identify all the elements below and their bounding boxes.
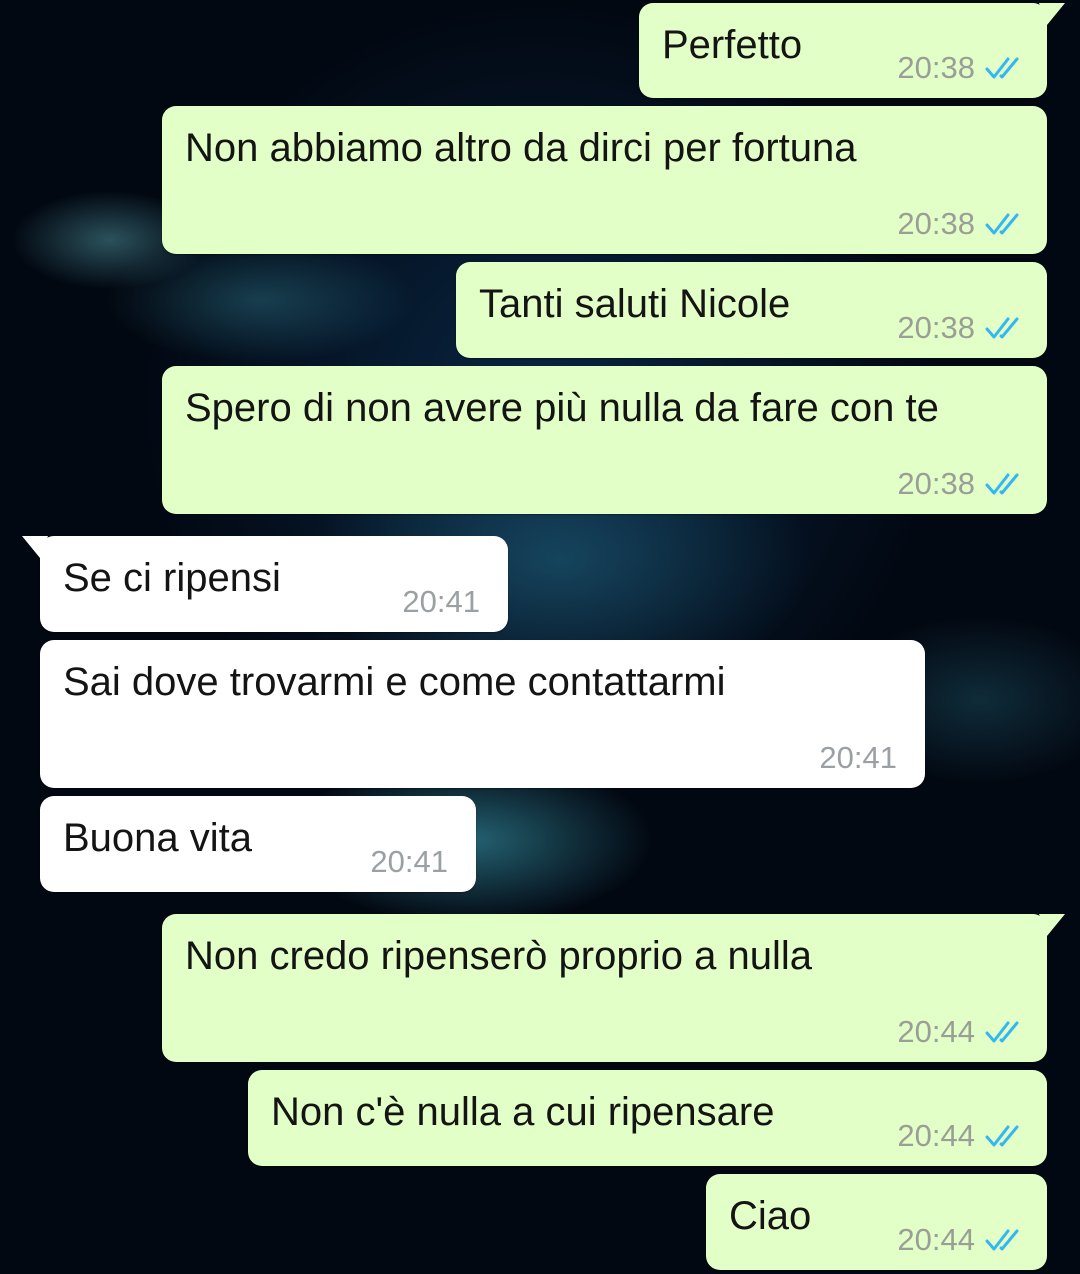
outgoing-message-bubble[interactable]: Non credo ripenserò proprio a nulla 20:4…	[162, 914, 1065, 1062]
message-text: Spero di non avere più nulla da fare con…	[185, 386, 939, 430]
message-meta: 20:44	[897, 1224, 1025, 1255]
message-time: 20:41	[370, 844, 448, 879]
message-time: 20:38	[897, 466, 975, 501]
message-text: Perfetto	[662, 23, 803, 67]
message-time: 20:44	[897, 1222, 975, 1257]
bubble-tail	[1039, 3, 1065, 25]
message-meta: 20:38	[897, 312, 1025, 343]
message-text: Buona vita	[63, 816, 253, 860]
message-time: 20:44	[897, 1014, 975, 1049]
outgoing-message-bubble[interactable]: Tanti saluti Nicole 20:38	[456, 262, 1047, 358]
message-text: Sai dove trovarmi e come contattarmi	[63, 660, 726, 704]
message-meta: 20:41	[402, 586, 480, 617]
double-check-read-icon	[985, 317, 1019, 338]
double-check-read-icon	[985, 57, 1019, 78]
message-text: Se ci ripensi	[63, 556, 281, 600]
double-check-read-icon	[985, 1021, 1019, 1042]
message-text: Tanti saluti Nicole	[479, 282, 791, 326]
message-time: 20:44	[897, 1118, 975, 1153]
message-meta: 20:41	[370, 846, 448, 877]
message-time: 20:41	[819, 740, 897, 775]
incoming-message-bubble[interactable]: Sai dove trovarmi e come contattarmi 20:…	[40, 640, 925, 788]
outgoing-message-bubble[interactable]: Perfetto 20:38	[639, 3, 1065, 98]
message-time: 20:38	[897, 310, 975, 345]
bubble-tail	[1039, 914, 1065, 936]
outgoing-message-bubble[interactable]: Spero di non avere più nulla da fare con…	[162, 366, 1047, 514]
message-text: Non abbiamo altro da dirci per fortuna	[185, 126, 857, 170]
incoming-message-bubble[interactable]: Se ci ripensi 20:41	[22, 536, 508, 632]
double-check-read-icon	[985, 473, 1019, 494]
message-time: 20:38	[897, 50, 975, 85]
double-check-read-icon	[985, 1125, 1019, 1146]
message-text: Non credo ripenserò proprio a nulla	[185, 934, 813, 978]
message-text: Non c'è nulla a cui ripensare	[271, 1090, 775, 1134]
message-meta: 20:38	[897, 468, 1025, 499]
message-time: 20:38	[897, 206, 975, 241]
bubble-tail	[22, 536, 48, 558]
message-meta: 20:38	[897, 52, 1025, 83]
message-meta: 20:38	[897, 208, 1025, 239]
double-check-read-icon	[985, 213, 1019, 234]
incoming-message-bubble[interactable]: Buona vita 20:41	[40, 796, 476, 892]
message-time: 20:41	[402, 584, 480, 619]
outgoing-message-bubble[interactable]: Ciao 20:44	[706, 1174, 1047, 1270]
message-meta: 20:44	[897, 1016, 1025, 1047]
outgoing-message-bubble[interactable]: Non abbiamo altro da dirci per fortuna 2…	[162, 106, 1047, 254]
double-check-read-icon	[985, 1229, 1019, 1250]
message-text: Ciao	[729, 1194, 812, 1238]
outgoing-message-bubble[interactable]: Non c'è nulla a cui ripensare 20:44	[248, 1070, 1047, 1166]
message-meta: 20:44	[897, 1120, 1025, 1151]
message-meta: 20:41	[819, 742, 897, 773]
